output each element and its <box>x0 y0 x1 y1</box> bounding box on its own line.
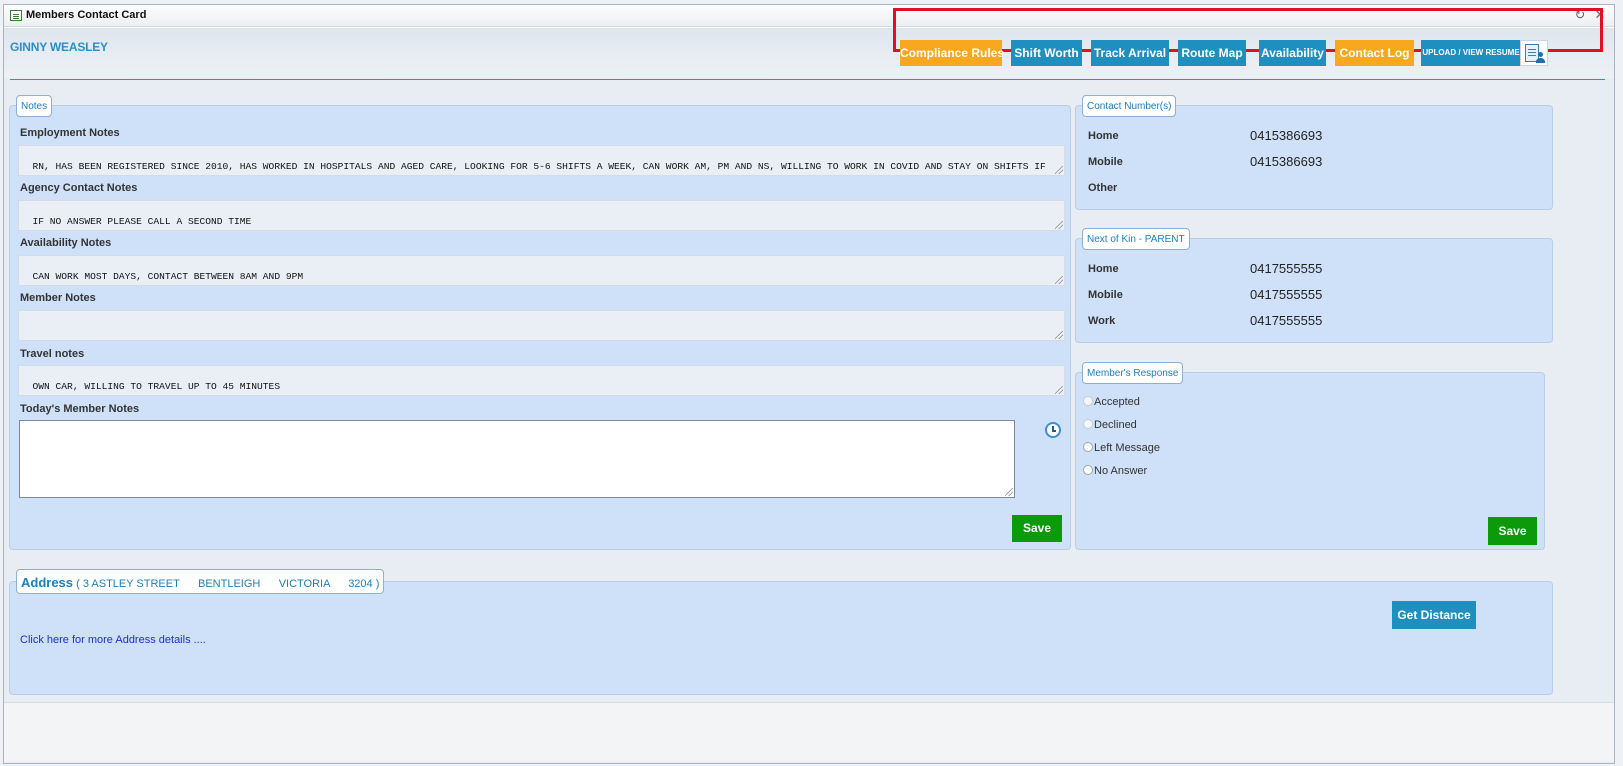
home-phone: 0415386693 <box>1250 128 1323 143</box>
accepted-label: Accepted <box>1094 396 1140 408</box>
response-declined-option[interactable]: Declined <box>1083 419 1137 431</box>
availability-notes-label: Availability Notes <box>20 237 112 249</box>
mobile-label: Mobile <box>1088 156 1123 168</box>
travel-notes-label: Travel notes <box>20 348 85 360</box>
resize-grip-icon[interactable] <box>1005 488 1013 496</box>
next-of-kin-legend: Next of Kin - PARENT <box>1082 228 1190 250</box>
address-state: VICTORIA <box>278 578 330 590</box>
address-legend: Address ( 3 ASTLEY STREET BENTLEIGH VICT… <box>16 569 385 594</box>
availability-notes-text: CAN WORK MOST DAYS, CONTACT BETWEEN 8AM … <box>32 271 304 282</box>
card-icon <box>10 10 22 21</box>
address-open-paren: ( <box>76 578 80 590</box>
contact-numbers-legend: Contact Number(s) <box>1082 95 1177 117</box>
route-map-button[interactable]: Route Map <box>1178 40 1246 66</box>
response-save-button[interactable]: Save <box>1488 517 1537 545</box>
upload-view-resume-button[interactable]: UPLOAD / VIEW RESUME <box>1421 40 1521 66</box>
resize-grip-icon[interactable] <box>1055 276 1063 284</box>
clock-icon[interactable] <box>1045 422 1061 438</box>
member-notes-label: Member Notes <box>20 292 96 304</box>
members-response-legend: Member's Response <box>1082 362 1184 384</box>
response-left-message-option[interactable]: Left Message <box>1083 442 1160 454</box>
radio-declined[interactable] <box>1083 419 1093 429</box>
availability-button[interactable]: Availability <box>1259 40 1326 66</box>
member-name: GINNY WEASLEY <box>10 40 108 54</box>
travel-notes-text: OWN CAR, WILLING TO TRAVEL UP TO 45 MINU… <box>32 381 281 392</box>
resize-grip-icon[interactable] <box>1055 331 1063 339</box>
employment-notes-text: RN, HAS BEEN REGISTERED SINCE 2010, HAS … <box>21 161 1046 175</box>
kin-home-phone: 0417555555 <box>1250 261 1323 276</box>
address-street: 3 ASTLEY STREET <box>82 578 180 590</box>
members-response-panel <box>1075 372 1545 550</box>
address-suburb: BENTLEIGH <box>197 578 261 590</box>
kin-work-phone: 0417555555 <box>1250 313 1323 328</box>
window-title: Members Contact Card <box>26 9 147 21</box>
address-postcode: 3204 <box>348 578 373 590</box>
agency-contact-notes-field[interactable]: IF NO ANSWER PLEASE CALL A SECOND TIME <box>18 200 1065 231</box>
member-notes-field[interactable] <box>18 310 1065 341</box>
kin-mobile-label: Mobile <box>1088 289 1123 301</box>
resume-icon[interactable] <box>1520 40 1548 66</box>
left-message-label: Left Message <box>1094 442 1161 454</box>
notes-save-button[interactable]: Save <box>1012 515 1062 542</box>
get-distance-button[interactable]: Get Distance <box>1392 601 1476 629</box>
declined-label: Declined <box>1094 419 1137 431</box>
shift-worth-button[interactable]: Shift Worth <box>1011 40 1082 66</box>
radio-no-answer[interactable] <box>1083 465 1093 475</box>
kin-mobile-phone: 0417555555 <box>1250 287 1323 302</box>
agency-contact-notes-label: Agency Contact Notes <box>20 182 138 194</box>
contact-log-button[interactable]: Contact Log <box>1335 40 1414 66</box>
mobile-phone: 0415386693 <box>1250 154 1323 169</box>
todays-member-notes-input[interactable] <box>19 420 1015 498</box>
track-arrival-button[interactable]: Track Arrival <box>1091 40 1169 66</box>
footer-bar <box>4 702 1614 762</box>
availability-notes-field[interactable]: CAN WORK MOST DAYS, CONTACT BETWEEN 8AM … <box>18 255 1065 286</box>
radio-left-message[interactable] <box>1083 442 1093 452</box>
home-label: Home <box>1088 130 1119 142</box>
more-address-details-link[interactable]: Click here for more Address details .... <box>20 634 206 646</box>
address-panel <box>9 581 1553 695</box>
header-divider <box>10 79 1605 80</box>
no-answer-label: No Answer <box>1094 465 1148 477</box>
response-no-answer-option[interactable]: No Answer <box>1083 465 1147 477</box>
other-label: Other <box>1088 182 1118 194</box>
resize-grip-icon[interactable] <box>1055 221 1063 229</box>
kin-home-label: Home <box>1088 263 1119 275</box>
resize-grip-icon[interactable] <box>1055 166 1063 174</box>
todays-member-notes-label: Today's Member Notes <box>20 403 140 415</box>
travel-notes-field[interactable]: OWN CAR, WILLING TO TRAVEL UP TO 45 MINU… <box>18 365 1065 396</box>
resize-grip-icon[interactable] <box>1055 386 1063 394</box>
employment-notes-field[interactable]: RN, HAS BEEN REGISTERED SINCE 2010, HAS … <box>18 145 1065 176</box>
agency-contact-notes-text: IF NO ANSWER PLEASE CALL A SECOND TIME <box>32 216 252 227</box>
address-close-paren: ) <box>375 578 380 590</box>
kin-work-label: Work <box>1088 315 1116 327</box>
employment-notes-label: Employment Notes <box>20 127 120 139</box>
radio-accepted[interactable] <box>1083 396 1093 406</box>
address-title: Address <box>21 575 74 590</box>
notes-legend: Notes <box>16 95 53 117</box>
compliance-rules-button[interactable]: Compliance Rules <box>900 40 1004 66</box>
response-accepted-option[interactable]: Accepted <box>1083 396 1140 408</box>
